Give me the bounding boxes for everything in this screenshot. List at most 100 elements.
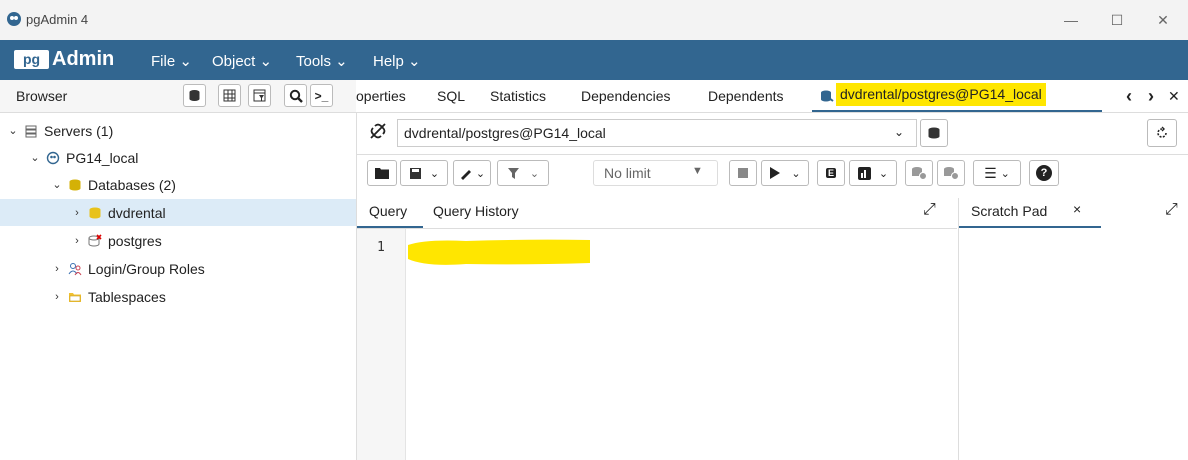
- tab-properties[interactable]: operties: [356, 88, 406, 104]
- connection-select-value: dvdrental/postgres@PG14_local: [404, 125, 606, 141]
- sql-editor[interactable]: [406, 229, 958, 460]
- refresh-connection-button[interactable]: [1147, 119, 1177, 147]
- active-tab-label: dvdrental/postgres@PG14_local: [836, 83, 1046, 106]
- window-title: pgAdmin 4: [26, 12, 89, 27]
- chevron-down-icon: ⌄: [791, 167, 801, 180]
- row-limit-select[interactable]: No limit ▼: [593, 160, 718, 186]
- row-limit-value: No limit: [604, 165, 651, 181]
- tree-item-label: dvdrental: [108, 204, 166, 221]
- scratch-pad-area[interactable]: [959, 229, 1188, 460]
- view-data-icon[interactable]: [218, 84, 241, 107]
- filtered-rows-icon[interactable]: [248, 84, 271, 107]
- query-toolbar: ⌄ ⌄ ⌄ No limit ▼ ⌄ E ⌄ ☰ ⌄ ?: [357, 155, 1188, 195]
- tab-statistics[interactable]: Statistics: [490, 88, 546, 104]
- chevron-down-icon: ⌄: [475, 167, 486, 180]
- menu-object[interactable]: Object ⌄: [212, 52, 272, 70]
- database-connect-button[interactable]: [920, 119, 948, 147]
- tablespaces-folder-icon: [69, 292, 81, 302]
- tab-active-query[interactable]: dvdrental/postgres@PG14_local: [812, 80, 1102, 112]
- macros-button[interactable]: ☰ ⌄: [973, 160, 1021, 186]
- tab-sql[interactable]: SQL: [437, 88, 465, 104]
- tree-item-dvdrental[interactable]: › dvdrental: [0, 199, 356, 226]
- logo-pg: pg: [14, 50, 49, 69]
- scratch-pad-header: Scratch Pad × ⤢: [959, 198, 1188, 228]
- menu-tools[interactable]: Tools ⌄: [296, 52, 348, 70]
- tabs-bar: operties SQL Statistics Dependencies Dep…: [356, 80, 1188, 113]
- tab-query-label: Query: [369, 203, 408, 219]
- commit-icon[interactable]: [905, 160, 933, 186]
- psql-tool-icon[interactable]: >_: [310, 84, 333, 107]
- tab-scratch-pad[interactable]: Scratch Pad ×: [959, 198, 1101, 228]
- title-bar: pgAdmin 4 — ☐ ✕: [0, 0, 1188, 40]
- tree-item-label: Login/Group Roles: [88, 260, 205, 277]
- scratch-pad-label: Scratch Pad: [971, 203, 1048, 219]
- logo-admin: Admin: [52, 48, 115, 70]
- chevron-down-icon: ⌄: [894, 125, 905, 139]
- close-icon[interactable]: ×: [1073, 201, 1081, 217]
- tree-item-label: postgres: [108, 232, 162, 249]
- menu-file[interactable]: File ⌄: [151, 52, 192, 70]
- query-tool-icon[interactable]: [183, 84, 206, 107]
- database-icon: [89, 207, 101, 218]
- save-icon: [409, 167, 421, 179]
- browser-header: Browser >_: [0, 80, 356, 113]
- tree-item-databases[interactable]: ⌄ Databases (2): [0, 171, 356, 198]
- chevron-down-icon: ⌄: [52, 179, 62, 191]
- rollback-icon[interactable]: [937, 160, 965, 186]
- filter-icon: [507, 167, 519, 179]
- roles-icon: [68, 262, 82, 275]
- query-tool-tab-icon: [821, 90, 834, 102]
- close-window-button[interactable]: ✕: [1140, 0, 1186, 40]
- browser-title: Browser: [16, 88, 68, 104]
- servers-icon: [25, 125, 37, 137]
- menu-help[interactable]: Help ⌄: [373, 52, 421, 70]
- edit-menu-button[interactable]: ⌄: [453, 160, 491, 186]
- tab-dependents[interactable]: Dependents: [708, 88, 784, 104]
- tab-query-history[interactable]: Query History: [433, 203, 519, 219]
- tab-close-icon[interactable]: ✕: [1168, 88, 1180, 105]
- tab-query[interactable]: Query: [357, 198, 423, 228]
- stop-query-icon[interactable]: [729, 160, 757, 186]
- chevron-down-icon: ⌄: [429, 167, 440, 180]
- tree-item-pg14-local[interactable]: ⌄ PG14_local: [0, 144, 356, 171]
- minimize-button[interactable]: —: [1048, 0, 1094, 40]
- database-disconnected-icon: [88, 233, 102, 246]
- chevron-down-icon: ⌄: [8, 125, 18, 137]
- help-icon[interactable]: ?: [1029, 160, 1059, 186]
- execute-query-button[interactable]: ⌄: [761, 160, 809, 186]
- pencil-icon: [460, 170, 471, 180]
- tree-item-label: Databases (2): [88, 176, 176, 193]
- connection-row: dvdrental/postgres@PG14_local ⌄: [357, 112, 1188, 155]
- maximize-scratch-icon[interactable]: ⤢: [1165, 201, 1178, 219]
- tree-item-servers[interactable]: ⌄ Servers (1): [0, 117, 356, 144]
- menu-bar: pg Admin File ⌄ Object ⌄ Tools ⌄ Help ⌄: [0, 40, 1188, 80]
- chevron-right-icon: ›: [55, 262, 59, 275]
- tab-prev-icon[interactable]: ‹: [1126, 86, 1132, 107]
- line-gutter: 1: [357, 229, 406, 460]
- explain-analyze-icon: [857, 166, 871, 180]
- open-file-icon[interactable]: [367, 160, 397, 186]
- save-file-button[interactable]: ⌄: [400, 160, 448, 186]
- connection-status-icon[interactable]: [367, 120, 391, 146]
- connection-select[interactable]: dvdrental/postgres@PG14_local ⌄: [397, 119, 917, 147]
- explain-icon[interactable]: E: [817, 160, 845, 186]
- tree-item-postgres[interactable]: › postgres: [0, 227, 356, 254]
- maximize-editor-icon[interactable]: ⤢: [923, 201, 936, 219]
- tree-item-login-roles[interactable]: › Login/Group Roles: [0, 255, 356, 282]
- redaction-highlight: [408, 239, 590, 265]
- search-icon[interactable]: [284, 84, 307, 107]
- server-elephant-icon: [46, 151, 60, 164]
- maximize-button[interactable]: ☐: [1094, 0, 1140, 40]
- filter-button[interactable]: ⌄: [497, 160, 549, 186]
- chevron-right-icon: ›: [75, 206, 79, 219]
- chevron-right-icon: ›: [55, 290, 59, 303]
- chevron-down-icon: ⌄: [529, 167, 540, 180]
- play-icon: [770, 167, 781, 179]
- explain-analyze-button[interactable]: ⌄: [849, 160, 897, 186]
- list-icon: ☰: [984, 164, 997, 181]
- chevron-down-icon: ⌄: [30, 152, 40, 164]
- tab-next-icon[interactable]: ›: [1148, 86, 1154, 107]
- line-number: 1: [377, 240, 385, 255]
- tree-item-tablespaces[interactable]: › Tablespaces: [0, 283, 356, 310]
- tab-dependencies[interactable]: Dependencies: [581, 88, 671, 104]
